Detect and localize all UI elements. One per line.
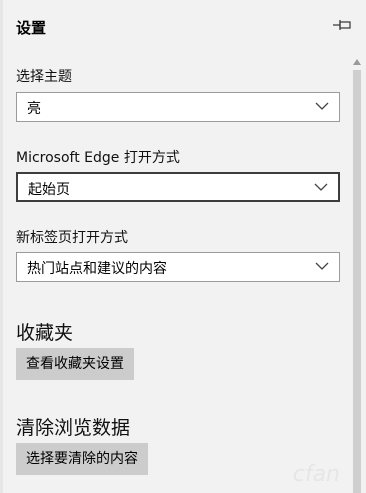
edge-open-dropdown[interactable]: 起始页 <box>16 172 340 202</box>
settings-title: 设置 <box>16 19 47 37</box>
new-tab-dropdown[interactable]: 热门站点和建议的内容 <box>16 252 340 282</box>
theme-label: 选择主题 <box>16 69 72 85</box>
chevron-down-icon <box>315 102 329 110</box>
edge-open-value: 起始页 <box>28 182 70 198</box>
view-favorites-settings-button[interactable]: 查看收藏夹设置 <box>16 348 134 380</box>
scroll-up-icon[interactable] <box>352 58 362 66</box>
watermark: cfan <box>292 462 340 487</box>
edge-open-label: Microsoft Edge 打开方式 <box>16 150 180 166</box>
scroll-thumb[interactable] <box>353 70 361 493</box>
theme-value: 亮 <box>27 101 41 117</box>
new-tab-label: 新标签页打开方式 <box>16 230 128 246</box>
choose-what-to-clear-button[interactable]: 选择要清除的内容 <box>16 443 148 475</box>
panel-edge <box>0 0 3 493</box>
chevron-down-icon <box>314 183 328 191</box>
favorites-heading: 收藏夹 <box>16 322 74 344</box>
scrollbar[interactable] <box>350 58 364 493</box>
theme-dropdown[interactable]: 亮 <box>16 92 340 122</box>
settings-panel: 设置 选择主题 亮 Microsoft Edge 打开方式 起始页 新标签页打开… <box>0 0 366 493</box>
clear-data-heading: 清除浏览数据 <box>16 417 131 439</box>
pin-icon[interactable] <box>332 16 352 34</box>
chevron-down-icon <box>315 262 329 270</box>
new-tab-value: 热门站点和建议的内容 <box>27 261 167 277</box>
